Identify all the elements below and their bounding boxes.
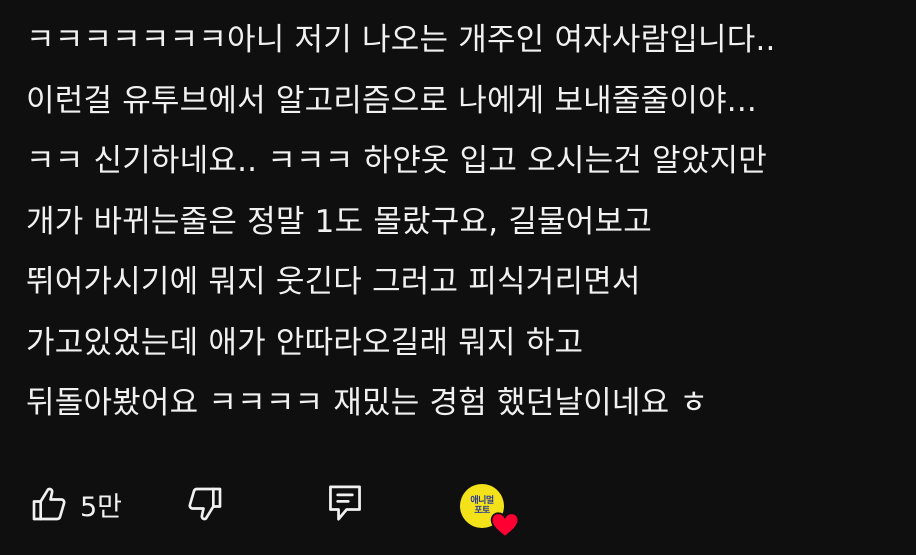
comment-line: 개가 바뀌는줄은 정말 1도 몰랐구요, 길물어보고: [26, 203, 652, 240]
creator-heart-badge: 애니멀 포토: [460, 484, 522, 538]
like-count: 5만: [80, 491, 123, 523]
comment-line: 가고있었는데 애가 안따라오길래 뭐지 하고: [26, 324, 584, 361]
comment-line: 뛰어가시기에 뭐지 웃긴다 그러고 피식거리면서: [26, 264, 641, 300]
avatar-text: 애니멀: [470, 495, 494, 506]
reply-comment-icon: [325, 482, 365, 524]
like-button[interactable]: 5만: [28, 484, 122, 524]
thumbs-down-icon: [184, 484, 226, 524]
heart-icon: [490, 512, 520, 538]
comment-action-bar: 5만 애니멀 포토: [0, 470, 916, 540]
comment-line: ㅋㅋ 신기하네요.. ㅋㅋㅋ 하얀옷 입고 오시는건 알았지만: [26, 143, 767, 179]
comment-line: 이런걸 유투브에서 알고리즘으로 나에게 보내줄줄이야...: [26, 82, 757, 119]
comment-body: ㅋㅋㅋㅋㅋㅋㅋ아니 저기 나오는 개주인 여자사람입니다.. 이런걸 유투브에서…: [26, 10, 906, 434]
avatar-text: 포토: [474, 505, 490, 516]
dislike-button[interactable]: [184, 484, 226, 524]
thumbs-up-icon: [28, 484, 70, 524]
comment-line: 뒤돌아봤어요 ㅋㅋㅋㅋ 재밌는 경험 했던날이네요 ㅎ: [26, 385, 709, 421]
reply-button[interactable]: [325, 482, 365, 524]
comment-line: ㅋㅋㅋㅋㅋㅋㅋ아니 저기 나오는 개주인 여자사람입니다..: [26, 22, 776, 58]
